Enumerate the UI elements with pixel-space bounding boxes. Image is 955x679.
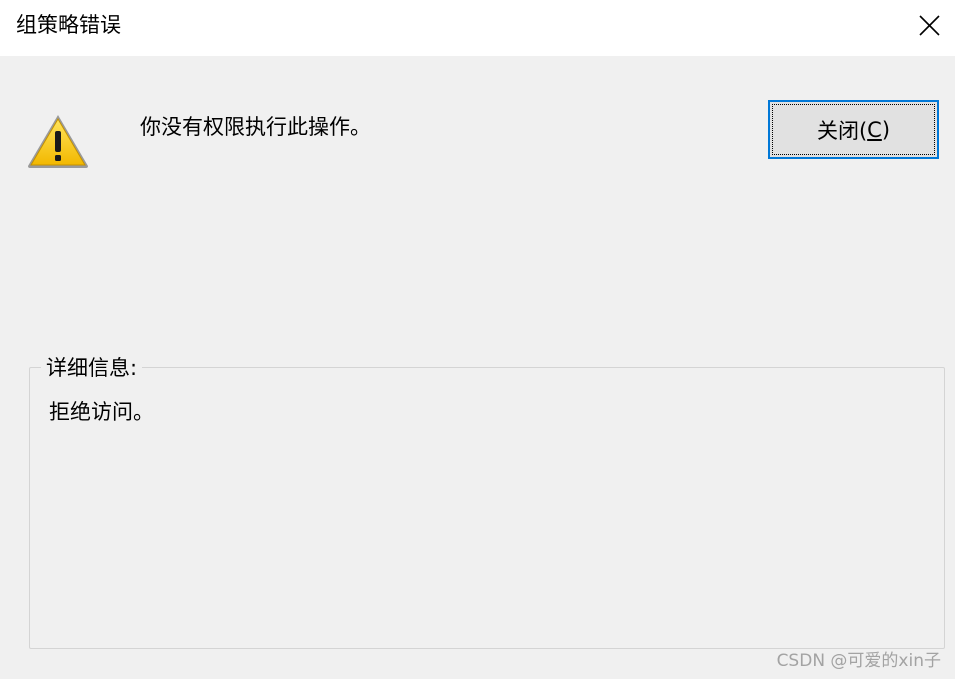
window-close-icon[interactable] (908, 5, 950, 47)
details-text: 拒绝访问。 (49, 400, 154, 424)
warning-icon (26, 112, 90, 170)
details-groupbox (29, 367, 945, 649)
title-bar: 组策略错误 (0, 0, 955, 56)
close-button-label: 关闭(C) (772, 104, 935, 155)
close-button-mnemonic: C (867, 117, 882, 142)
error-message: 你没有权限执行此操作。 (140, 115, 371, 139)
details-label: 详细信息: (41, 354, 143, 382)
watermark: CSDN @可爱的xin子 (776, 651, 941, 671)
close-button[interactable]: 关闭(C) (768, 100, 939, 159)
window-title: 组策略错误 (16, 13, 121, 37)
